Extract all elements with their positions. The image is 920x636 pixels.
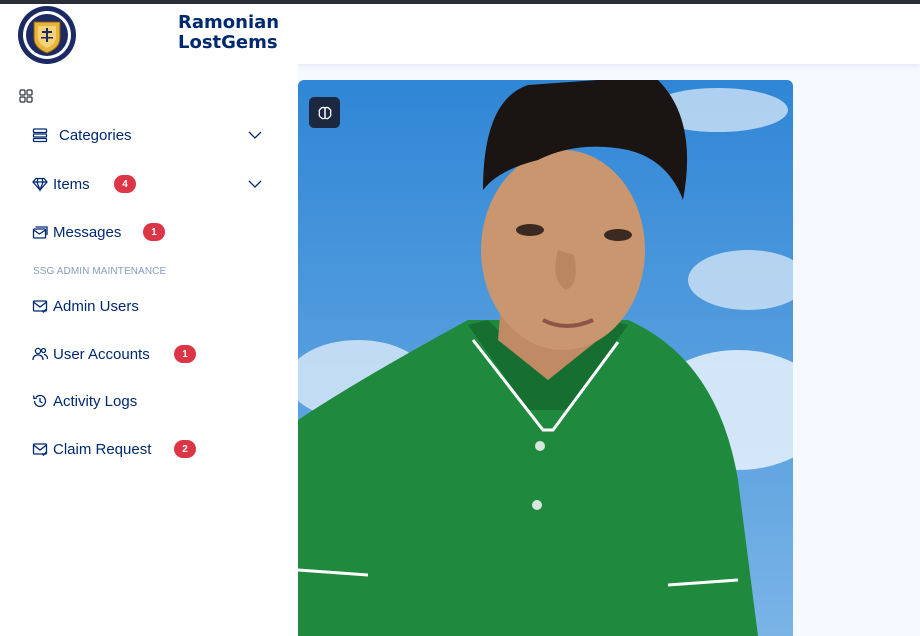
- brand-line-1: Ramonian: [178, 12, 280, 33]
- user-accounts-count-badge: 1: [174, 345, 196, 363]
- layout-list-icon: [32, 127, 48, 143]
- messages-count-badge: 1: [143, 223, 165, 241]
- app-brand[interactable]: Ramonian LostGems: [178, 13, 279, 53]
- sidebar-item-items[interactable]: Items: [32, 171, 90, 197]
- sidebar-item-label: Categories: [59, 126, 132, 144]
- grid-icon[interactable]: [18, 88, 34, 104]
- sidebar-item-label: Items: [53, 175, 90, 193]
- section-heading-ssg-admin: SSG ADMIN MAINTENANCE: [33, 266, 167, 277]
- people-icon: [32, 346, 48, 362]
- profile-photo: [298, 80, 793, 636]
- gem-icon: [32, 176, 48, 192]
- chevron-down-icon[interactable]: [246, 175, 264, 193]
- envelope-check-icon: [32, 298, 48, 314]
- items-count-badge: 4: [114, 175, 136, 193]
- sidebar-item-admin-users[interactable]: Admin Users: [32, 293, 139, 319]
- sidebar-item-label: Claim Request: [53, 440, 152, 458]
- claim-request-count-badge: 2: [174, 440, 196, 458]
- sidebar-item-label: Activity Logs: [53, 392, 138, 410]
- sidebar-item-messages[interactable]: Messages: [32, 219, 121, 245]
- history-icon: [32, 393, 48, 409]
- brain-icon[interactable]: [309, 97, 340, 128]
- sidebar-item-label: Messages: [53, 223, 122, 241]
- sidebar-item-label: Admin Users: [53, 297, 139, 315]
- sidebar-item-user-accounts[interactable]: User Accounts: [32, 341, 150, 367]
- brand-line-2: LostGems: [178, 32, 278, 53]
- sidebar-item-label: User Accounts: [53, 345, 150, 363]
- sidebar: Categories Items 4 Messages 1 SSG ADMIN …: [0, 64, 298, 636]
- envelope-check-icon: [32, 441, 48, 457]
- sidebar-item-activity-logs[interactable]: Activity Logs: [32, 388, 137, 414]
- sidebar-item-categories[interactable]: Categories: [32, 122, 132, 148]
- chevron-down-icon[interactable]: [246, 126, 264, 144]
- sidebar-item-claim-request[interactable]: Claim Request: [32, 436, 151, 462]
- school-seal-logo[interactable]: [16, 4, 78, 66]
- header: Ramonian LostGems: [0, 4, 920, 64]
- envelope-stack-icon: [32, 224, 48, 240]
